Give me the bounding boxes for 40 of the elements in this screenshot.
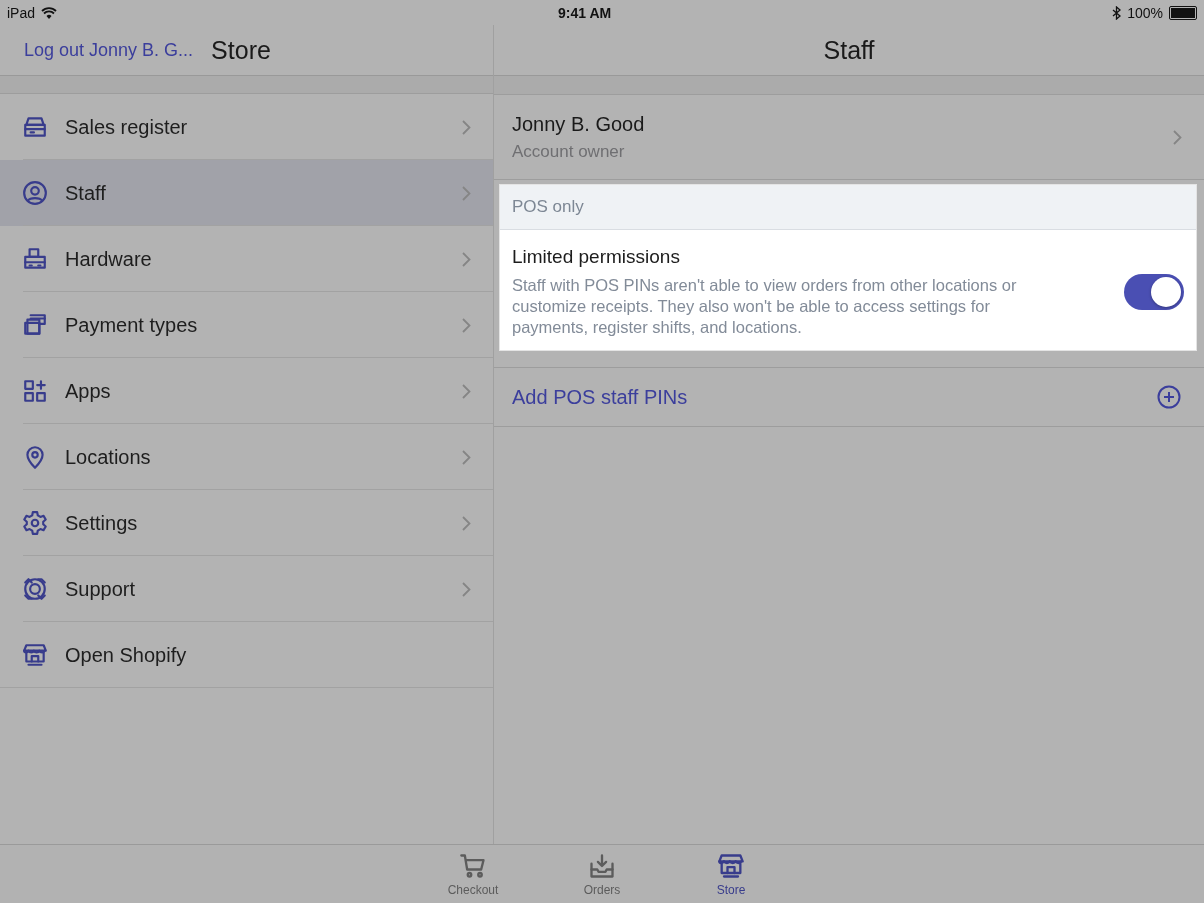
lifebuoy-icon — [22, 576, 48, 602]
add-pins-link[interactable]: Add POS staff PINs — [512, 385, 688, 409]
battery-icon — [1169, 5, 1197, 20]
staff-row[interactable]: Jonny B. Good Account owner — [494, 95, 1204, 180]
store-icon — [717, 852, 745, 880]
wifi-icon — [41, 6, 58, 19]
menu-item[interactable]: Apps — [0, 358, 493, 424]
setting-title: Limited permissions — [512, 246, 681, 268]
bluetooth-icon — [1112, 5, 1122, 20]
section-header: POS only — [512, 197, 584, 217]
menu-item[interactable]: Support — [0, 556, 493, 622]
chevron-icon — [1173, 129, 1182, 145]
setting-description: Staff with POS PINs aren't able to view orders from other locations or customize receipts. They also won't be able to access settings for payments, register shifts, and locations. — [512, 275, 1018, 338]
pane-title: Staff — [823, 35, 875, 65]
staff-role: Account owner — [512, 141, 626, 162]
clock-time: 9:41 AM — [558, 4, 612, 21]
logout-link[interactable]: Log out Jonny B. G... — [24, 39, 194, 61]
device-name: iPad — [7, 4, 36, 21]
menu-item[interactable]: Hardware — [0, 226, 493, 292]
menu-item[interactable]: Payment types — [0, 292, 493, 358]
apps-icon — [22, 378, 48, 404]
menu-item[interactable]: Locations — [0, 424, 493, 490]
store-icon — [22, 642, 48, 668]
cart-icon — [459, 852, 487, 880]
staff-name: Jonny B. Good — [512, 112, 646, 136]
person-icon — [22, 180, 48, 206]
cards-icon — [22, 312, 48, 338]
pane-title: Store — [211, 35, 271, 65]
menu-item[interactable]: Sales register — [0, 94, 493, 160]
inbox-icon — [588, 852, 616, 880]
printer-icon — [22, 246, 48, 272]
menu-item[interactable]: Open Shopify — [0, 622, 493, 688]
battery-percent: 100% — [1127, 4, 1163, 21]
register-icon — [22, 114, 48, 140]
settings-icon — [22, 510, 48, 536]
add-circle-icon[interactable] — [1157, 385, 1181, 409]
tab[interactable]: Store — [688, 845, 774, 903]
menu-item[interactable]: Staff — [0, 160, 493, 226]
menu-item[interactable]: Settings — [0, 490, 493, 556]
toggle-switch[interactable] — [1124, 274, 1184, 310]
